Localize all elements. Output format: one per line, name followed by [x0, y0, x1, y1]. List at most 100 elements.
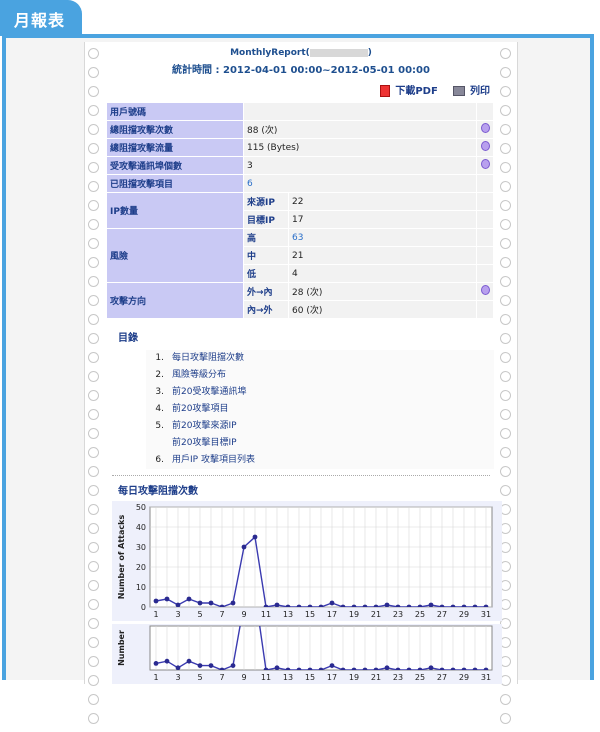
x-tick-label: 1 — [153, 673, 158, 682]
x-tick-label: 25 — [415, 673, 425, 682]
toc-link[interactable]: 前20受攻擊通訊埠 — [172, 387, 246, 397]
lightbulb-icon[interactable] — [480, 285, 490, 295]
data-point — [274, 665, 280, 670]
blocked-count-label: 總阻擋攻擊次數 — [106, 120, 244, 139]
data-point — [252, 534, 258, 540]
toc-number: 3. — [155, 387, 164, 397]
toc-item[interactable]: 4. 前20攻擊項目 — [146, 401, 494, 418]
download-pdf-label: 下載PDF — [395, 86, 438, 97]
report-content: MonthlyReport() 統計時間 : 2012-04-01 00:00~… — [106, 48, 502, 687]
toc-number: 1. — [155, 353, 164, 363]
source-ip-label: 來源IP — [243, 192, 289, 211]
outside-in-label: 外→內 — [243, 282, 289, 301]
perforation-hole — [499, 694, 511, 705]
toc-item[interactable]: 2. 風險等級分布 — [146, 367, 494, 384]
section-title: 每日攻擊阻擋次數 — [118, 486, 198, 497]
attacked-ports-value: 3 — [243, 156, 477, 175]
ip-count-label: IP數量 — [106, 192, 244, 229]
table-row: 用戶號碼 — [106, 102, 494, 121]
x-tick-label: 27 — [437, 673, 447, 682]
lightbulb-icon[interactable] — [480, 141, 490, 151]
direction-label: 攻擊方向 — [106, 282, 244, 319]
table-row: 總阻擋攻擊流量 115 (Bytes) — [106, 138, 494, 157]
attacked-ports-label: 受攻擊通訊埠個數 — [106, 156, 244, 175]
table-row: IP數量 來源IP 22 — [106, 192, 494, 229]
report-title-text: MonthlyReport( — [230, 48, 310, 58]
download-pdf-button[interactable]: 下載PDF — [380, 82, 438, 97]
x-tick-label: 1 — [153, 610, 158, 619]
printer-icon — [453, 86, 465, 96]
x-tick-label: 11 — [261, 673, 271, 682]
empty-cell — [476, 300, 494, 319]
toc-link[interactable]: 前20攻擊項目 — [172, 404, 228, 414]
toc-link[interactable]: 用戶IP 攻擊項目列表 — [172, 455, 255, 465]
data-point — [186, 596, 192, 602]
data-point — [384, 602, 390, 607]
x-tick-label: 17 — [327, 610, 337, 619]
toc-item[interactable]: 3. 前20受攻擊通訊埠 — [146, 384, 494, 401]
y-tick-label: 10 — [136, 583, 146, 592]
monthly-report-tab[interactable]: 月報表 — [0, 0, 82, 36]
toc-link[interactable]: 前20攻擊目標IP — [172, 438, 237, 448]
risk-high-label: 高 — [243, 228, 289, 247]
blocked-items-link[interactable]: 6 — [247, 179, 253, 189]
chart-area: 0 10 20 30 40 50 Number of Attacks 1 3 5 7 9 11 13 15 1… — [112, 501, 502, 687]
print-button[interactable]: 列印 — [453, 82, 490, 97]
data-point — [329, 600, 335, 606]
report-title: MonthlyReport() — [112, 48, 490, 58]
data-point — [164, 596, 170, 602]
risk-high-link[interactable]: 63 — [292, 233, 303, 243]
x-tick-label: 17 — [327, 673, 337, 682]
x-tick-label: 3 — [175, 610, 180, 619]
x-tick-label: 29 — [459, 673, 469, 682]
x-tick-label: 23 — [393, 610, 403, 619]
x-tick-label: 13 — [283, 610, 293, 619]
data-point — [197, 663, 203, 668]
x-tick-label: 25 — [415, 610, 425, 619]
blocked-traffic-label: 總阻擋攻擊流量 — [106, 138, 244, 157]
blocked-count-value: 88 (次) — [243, 120, 477, 139]
data-point — [274, 602, 280, 607]
y-tick-label: 50 — [136, 503, 146, 512]
print-label: 列印 — [470, 86, 490, 97]
toc-item[interactable]: 前20攻擊目標IP — [146, 435, 494, 452]
hint-cell — [476, 120, 494, 139]
data-point — [230, 600, 236, 606]
data-point — [329, 663, 335, 668]
x-tick-label: 7 — [219, 673, 224, 682]
toc-item[interactable]: 1. 每日攻擊阻擋次數 — [146, 350, 494, 367]
x-tick-label: 29 — [459, 610, 469, 619]
toc-item[interactable]: 6. 用戶IP 攻擊項目列表 — [146, 452, 494, 469]
blocked-items-cell: 6 — [243, 174, 477, 193]
report-content-area: MonthlyReport() 統計時間 : 2012-04-01 00:00~… — [84, 42, 516, 684]
risk-label: 風險 — [106, 228, 244, 283]
lightbulb-icon[interactable] — [480, 159, 490, 169]
x-tick-label: 21 — [371, 610, 381, 619]
hint-cell — [476, 156, 494, 175]
report-actions: 下載PDF 列印 — [112, 82, 490, 98]
toc-number: 5. — [155, 421, 164, 431]
x-tick-label: 27 — [437, 610, 447, 619]
data-point — [153, 661, 159, 666]
lightbulb-icon[interactable] — [480, 123, 490, 133]
y-tick-label: 30 — [136, 543, 146, 552]
x-tick-label: 19 — [349, 673, 359, 682]
x-tick-label: 7 — [219, 610, 224, 619]
toc-link[interactable]: 每日攻擊阻擋次數 — [172, 353, 244, 363]
x-tick-label: 15 — [305, 673, 315, 682]
pdf-icon — [380, 85, 391, 97]
data-point — [208, 663, 214, 668]
toc-link[interactable]: 風險等級分布 — [172, 370, 226, 380]
toc-item[interactable]: 5. 前20攻擊來源IP — [146, 418, 494, 435]
section-divider — [112, 475, 490, 476]
toc-link[interactable]: 前20攻擊來源IP — [172, 421, 237, 431]
x-tick-label: 9 — [241, 673, 246, 682]
summary-table: 用戶號碼 總阻擋攻擊次數 88 (次) 總阻擋攻擊流量 115 (Bytes) … — [106, 102, 494, 319]
x-tick-label: 15 — [305, 610, 315, 619]
report-period: 統計時間 : 2012-04-01 00:00~2012-05-01 00:00 — [172, 65, 430, 76]
x-tick-label: 23 — [393, 673, 403, 682]
x-tick-label: 9 — [241, 610, 246, 619]
table-row: 攻擊方向 外→內 28 (次) — [106, 282, 494, 319]
data-point — [197, 600, 203, 606]
user-account-label: 用戶號碼 — [106, 102, 244, 121]
